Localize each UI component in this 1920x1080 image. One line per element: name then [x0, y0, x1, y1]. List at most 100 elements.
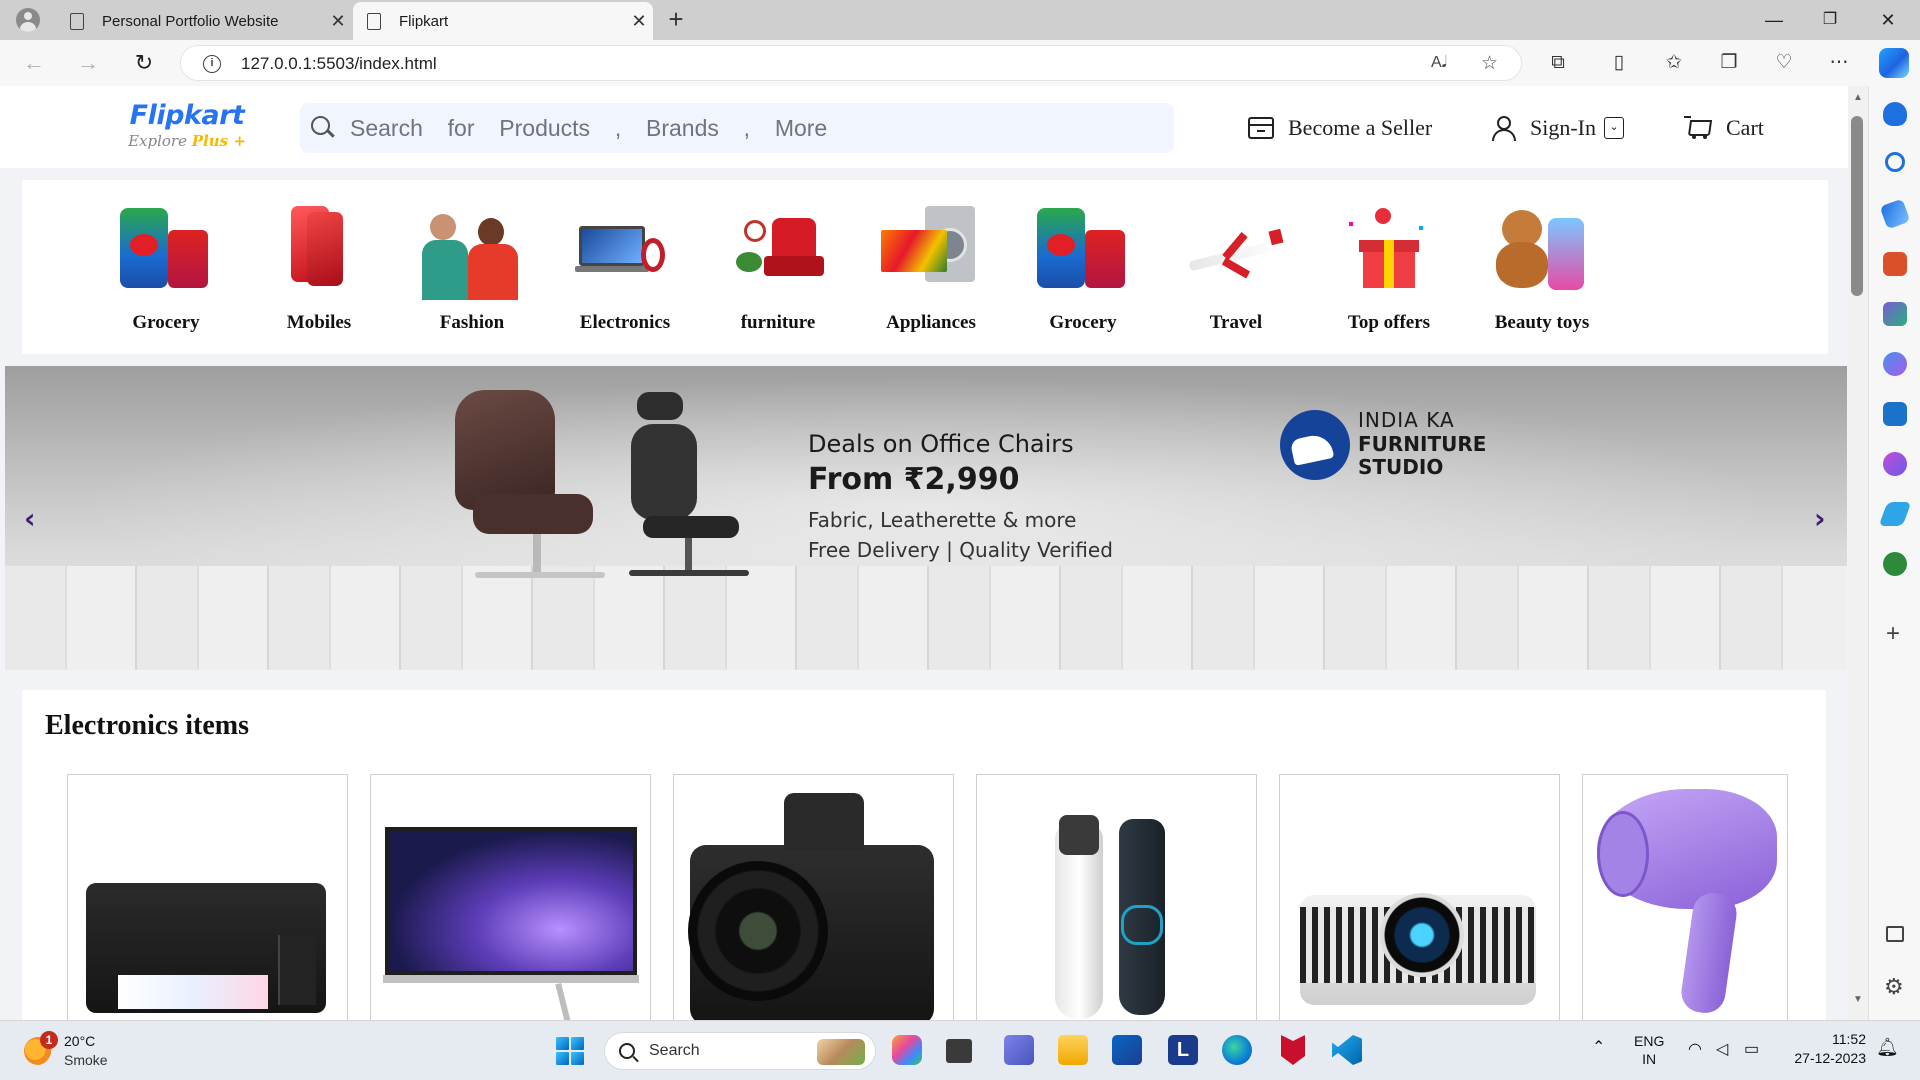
become-seller-link[interactable]: Become a Seller	[1248, 112, 1432, 144]
banner-floor	[5, 566, 1847, 670]
weather-description[interactable]: Smoke	[64, 1052, 108, 1068]
language-code: ENG	[1634, 1033, 1665, 1049]
collections-icon[interactable]: ❐	[1714, 48, 1744, 78]
browser-toolbar: ← → ↻ i 127.0.0.1:5503/index.html A𝅘𝅥 ☆ …	[0, 40, 1920, 86]
notifications-bell-icon[interactable]: 🔔︎	[1876, 1037, 1899, 1058]
category-appliances[interactable]: Appliances	[861, 180, 1001, 334]
url-text: 127.0.0.1:5503/index.html	[241, 54, 437, 73]
send-icon[interactable]	[1878, 502, 1912, 526]
category-grocery-2[interactable]: Grocery	[1013, 180, 1153, 334]
read-aloud-icon[interactable]: A𝅘𝅥	[1431, 54, 1447, 72]
extensions-icon[interactable]: ⧉	[1543, 48, 1573, 78]
product-card-printer[interactable]	[67, 774, 348, 1020]
close-tab-icon[interactable]: ✕	[625, 11, 653, 32]
search-icon[interactable]	[1885, 152, 1905, 172]
vscode-icon[interactable]	[1332, 1035, 1362, 1065]
category-fashion[interactable]: Fashion	[402, 180, 542, 334]
chevron-down-icon[interactable]: ⌄	[1604, 117, 1624, 139]
flipkart-logo[interactable]: Flipkart Explore Plus +	[127, 100, 247, 150]
designer-icon[interactable]	[1883, 452, 1907, 476]
language-indicator[interactable]: ENG IN	[1634, 1033, 1664, 1067]
category-label: Grocery	[1049, 312, 1117, 333]
games-icon[interactable]	[1883, 302, 1907, 326]
add-icon[interactable]: +	[1886, 620, 1900, 648]
profile-button[interactable]	[12, 6, 44, 34]
edge-sidebar: + ⚙	[1868, 86, 1920, 1020]
promo-banner[interactable]: Deals on Office Chairs From ₹2,990 Fabri…	[5, 366, 1847, 670]
close-window-button[interactable]: ✕	[1860, 0, 1916, 40]
product-card-projector[interactable]	[1279, 774, 1560, 1020]
wifi-icon[interactable]: ◠	[1688, 1039, 1702, 1059]
cart-link[interactable]: Cart	[1684, 112, 1764, 144]
site-info-icon[interactable]: i	[203, 55, 221, 73]
copilot-taskbar-icon[interactable]	[892, 1035, 922, 1065]
maximize-button[interactable]: ❐	[1802, 0, 1858, 40]
carousel-next-button[interactable]: ›	[1814, 502, 1826, 535]
scroll-up-icon[interactable]: ▲	[1849, 92, 1867, 103]
tab-title: Personal Portfolio Website	[102, 12, 279, 30]
banner-subtitle: Fabric, Leatherette & more	[808, 508, 1077, 532]
tab-flipkart[interactable]: Flipkart ✕	[353, 2, 653, 40]
start-button[interactable]	[556, 1037, 584, 1065]
user-icon	[1490, 115, 1516, 141]
taskbar-search[interactable]: Search	[604, 1032, 876, 1070]
carousel-prev-button[interactable]: ‹	[24, 502, 36, 535]
product-card-monitor[interactable]	[370, 774, 651, 1020]
minimize-button[interactable]: —	[1746, 0, 1802, 40]
weather-temperature[interactable]: 20°C	[64, 1033, 95, 1049]
banner-price: From ₹2,990	[808, 462, 1020, 497]
tools-icon[interactable]	[1883, 252, 1907, 276]
category-travel[interactable]: Travel	[1166, 180, 1306, 334]
product-card-trimmer[interactable]	[976, 774, 1257, 1020]
category-electronics[interactable]: Electronics	[555, 180, 695, 334]
l-app-icon[interactable]: L	[1168, 1035, 1198, 1065]
logo-brand: Flipkart	[129, 100, 245, 131]
edge-browser-icon[interactable]	[1222, 1035, 1252, 1065]
sign-in-link[interactable]: Sign-In ⌄	[1490, 112, 1624, 144]
notification-bell-icon[interactable]	[1883, 102, 1907, 126]
file-explorer-icon[interactable]	[1058, 1035, 1088, 1065]
mcafee-icon[interactable]	[1281, 1035, 1305, 1065]
close-tab-icon[interactable]: ✕	[324, 11, 352, 32]
show-hidden-icons-chevron[interactable]: ⌃	[1592, 1037, 1605, 1057]
copilot-icon[interactable]	[1879, 48, 1909, 78]
volume-icon[interactable]: ◁	[1716, 1039, 1728, 1059]
microsoft-store-icon[interactable]	[1112, 1035, 1142, 1065]
outlook-icon[interactable]	[1883, 402, 1907, 426]
battery-icon[interactable]: ▭	[1744, 1039, 1759, 1059]
address-bar[interactable]: i 127.0.0.1:5503/index.html A𝅘𝅥 ☆	[180, 45, 1522, 81]
taskbar-search-label: Search	[649, 1042, 700, 1059]
teams-icon[interactable]	[1004, 1035, 1034, 1065]
settings-gear-icon[interactable]: ⚙	[1884, 974, 1904, 1000]
category-grocery[interactable]: Grocery	[96, 180, 236, 334]
search-input[interactable]	[350, 114, 1130, 142]
category-furniture[interactable]: furniture	[708, 180, 848, 334]
product-card-camera[interactable]	[673, 774, 954, 1020]
search-icon[interactable]	[310, 115, 336, 141]
task-view-icon[interactable]	[946, 1039, 972, 1063]
new-tab-button[interactable]: +	[660, 4, 692, 36]
refresh-button[interactable]: ↻	[126, 46, 162, 80]
category-beauty-toys[interactable]: Beauty toys	[1472, 180, 1612, 334]
forward-button[interactable]: →	[70, 46, 106, 80]
shopping-tag-icon[interactable]	[1879, 198, 1911, 230]
back-button[interactable]: ←	[16, 46, 52, 80]
category-label: Top offers	[1347, 312, 1431, 333]
category-mobiles[interactable]: Mobiles	[249, 180, 389, 334]
studio-text-line1: INDIA KA	[1358, 408, 1455, 432]
browser-essentials-icon[interactable]: ♡	[1769, 48, 1799, 78]
split-screen-icon[interactable]: ▯	[1604, 48, 1634, 78]
product-card-hair-dryer[interactable]	[1582, 774, 1788, 1020]
favorite-star-icon[interactable]: ☆	[1481, 52, 1498, 75]
microsoft-365-icon[interactable]	[1883, 352, 1907, 376]
scrollbar-thumb[interactable]	[1851, 116, 1863, 296]
sidebar-toggle-icon[interactable]	[1886, 926, 1904, 942]
clock[interactable]: 11:52 27-12-2023	[1786, 1031, 1866, 1066]
scroll-down-icon[interactable]: ▼	[1849, 994, 1867, 1005]
more-menu-icon[interactable]: ⋯	[1824, 48, 1854, 78]
tree-icon[interactable]	[1883, 552, 1907, 576]
favorites-icon[interactable]: ✩	[1659, 48, 1689, 78]
tab-portfolio[interactable]: Personal Portfolio Website ✕	[56, 2, 352, 40]
category-top-offers[interactable]: Top offers	[1319, 180, 1459, 334]
page-icon	[367, 12, 381, 30]
